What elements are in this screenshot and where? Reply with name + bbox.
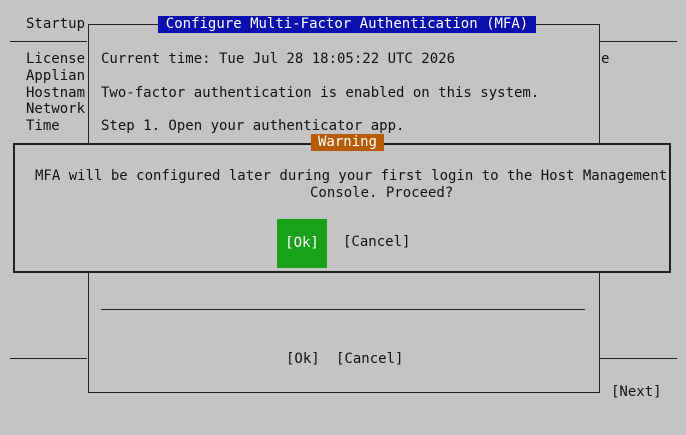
mfa-step-text: Step 1. Open your authenticator app. [101, 118, 405, 134]
divider [600, 41, 677, 42]
mfa-dialog-top-border [536, 24, 599, 25]
sidebar-item-time[interactable]: Time [26, 118, 60, 135]
mfa-status-text: Two-factor authentication is enabled on … [101, 85, 540, 101]
mfa-separator [101, 309, 585, 310]
mfa-dialog-title: Configure Multi-Factor Authentication (M… [158, 16, 536, 33]
sidebar-item-license[interactable]: License [26, 51, 85, 68]
sidebar-item-appliance[interactable]: Applian [26, 68, 85, 85]
warning-dialog-title: Warning [311, 134, 384, 151]
background-text-fragment: e [601, 51, 610, 67]
next-button[interactable]: [Next] [611, 384, 662, 401]
warning-message-line2: Console. Proceed? [310, 185, 454, 201]
divider [10, 41, 87, 42]
ok-button[interactable]: [Ok] [277, 219, 327, 268]
sidebar-item-network[interactable]: Network [26, 101, 85, 118]
warning-message-line1: MFA will be configured later during your… [35, 168, 668, 184]
divider [10, 358, 87, 359]
mfa-current-time: Current time: Tue Jul 28 18:05:22 UTC 20… [101, 51, 456, 67]
sidebar-item-hostname[interactable]: Hostnam [26, 85, 85, 102]
warning-dialog [13, 143, 671, 273]
cancel-button[interactable]: [Cancel] [343, 234, 410, 251]
mfa-ok-button[interactable]: [Ok] [286, 351, 320, 368]
divider [600, 358, 677, 359]
mfa-cancel-button[interactable]: [Cancel] [336, 351, 403, 368]
mfa-dialog-top-border [88, 24, 158, 25]
startup-title: Startup [26, 16, 86, 32]
